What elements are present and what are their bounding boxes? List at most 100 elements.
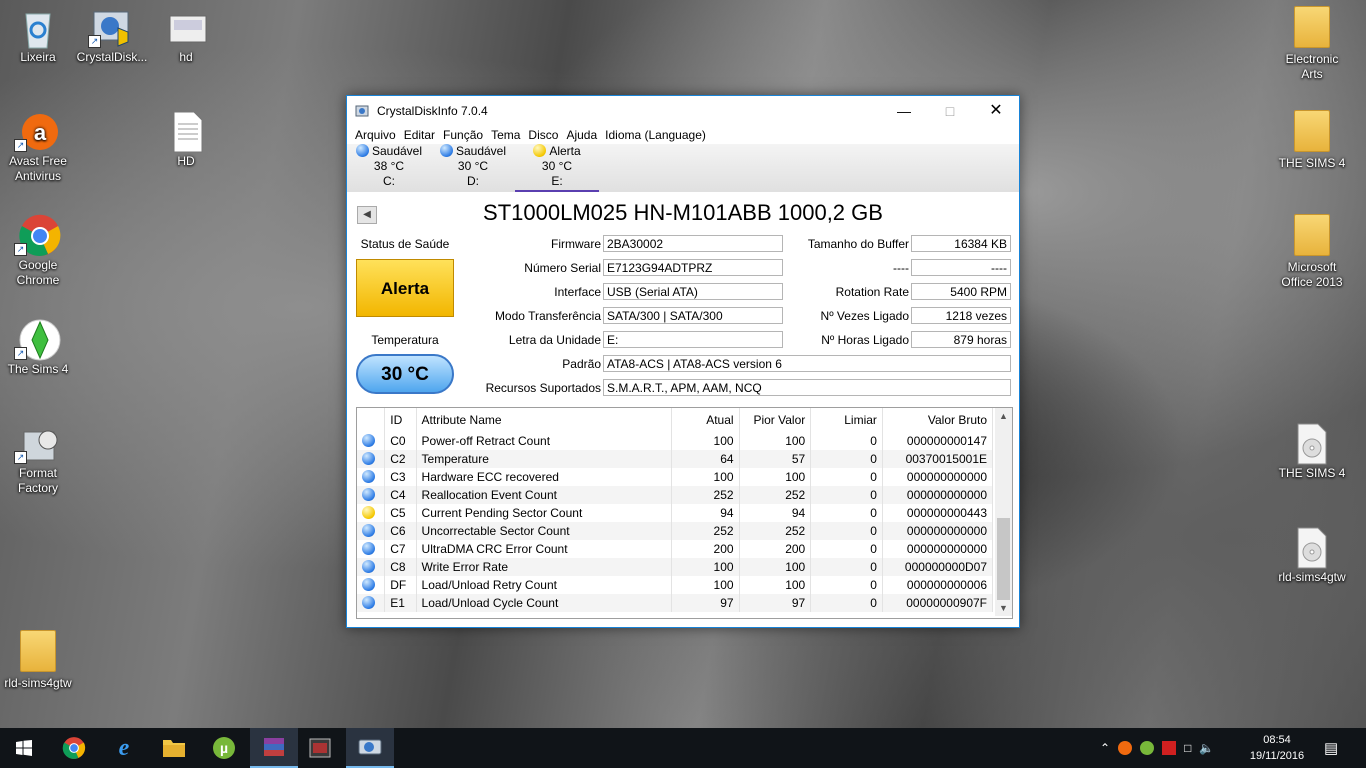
table-row[interactable]: C4 Reallocation Event Count 252 252 0 0000000… bbox=[357, 486, 994, 504]
desktop-icon-the-sims4-iso[interactable]: THE SIMS 4 bbox=[1274, 422, 1350, 481]
desktop-icon-label: Avast Free Antivirus bbox=[9, 154, 67, 183]
taskbar-crystaldiskinfo[interactable] bbox=[346, 728, 394, 768]
table-header-row: ID Attribute Name Atual Pior Valor Limia… bbox=[357, 408, 994, 432]
desktop-icon-office[interactable]: Microsoft Office 2013 bbox=[1274, 214, 1350, 290]
red-tray-icon[interactable] bbox=[1162, 741, 1177, 755]
taskbar-edge[interactable]: e bbox=[100, 728, 148, 768]
worst-cell: 252 bbox=[739, 522, 812, 540]
raw-cell: 00000000907F bbox=[882, 594, 994, 612]
taskbar-utorrent[interactable]: µ bbox=[200, 728, 248, 768]
menu-tema[interactable]: Tema bbox=[487, 126, 524, 144]
document-icon bbox=[166, 110, 206, 153]
shortcut-arrow-icon: ↗ bbox=[14, 243, 27, 256]
clock[interactable]: 08:54 19/11/2016 bbox=[1244, 732, 1310, 764]
raw-cell: 000000000443 bbox=[882, 504, 994, 522]
power-on-count-value: 1218 vezes bbox=[911, 307, 1011, 324]
smart-attributes-table[interactable]: ID Attribute Name Atual Pior Valor Limia… bbox=[356, 407, 1013, 619]
shortcut-arrow-icon: ↗ bbox=[88, 35, 101, 48]
health-status-icon bbox=[362, 434, 375, 447]
health-status-icon bbox=[362, 452, 375, 465]
taskbar-winrar[interactable] bbox=[250, 728, 298, 768]
health-status-badge[interactable]: Alerta bbox=[356, 259, 454, 317]
disk-tab-temp: 30 °C bbox=[541, 159, 573, 173]
table-row[interactable]: C8 Write Error Rate 100 100 0 000000000D07 bbox=[357, 558, 994, 576]
menu-funcao[interactable]: Função bbox=[439, 126, 487, 144]
menu-idioma[interactable]: Idioma (Language) bbox=[601, 126, 710, 144]
start-button[interactable] bbox=[0, 728, 48, 768]
recycle-bin-icon bbox=[18, 6, 58, 49]
desktop-icon-chrome[interactable]: ↗ Google Chrome bbox=[0, 214, 76, 288]
desktop-icon-electronic-arts[interactable]: Electronic Arts bbox=[1274, 6, 1350, 82]
file-explorer-icon bbox=[163, 740, 185, 757]
power-on-count-label: Nº Vezes Ligado bbox=[820, 309, 909, 323]
table-row[interactable]: C6 Uncorrectable Sector Count 252 252 0 00000… bbox=[357, 522, 994, 540]
action-center-button[interactable]: ▤ bbox=[1324, 728, 1338, 768]
name-column-header[interactable]: Attribute Name bbox=[416, 408, 672, 432]
taskbar-file-explorer[interactable] bbox=[150, 728, 198, 768]
scrollbar-thumb[interactable] bbox=[997, 518, 1010, 600]
taskbar-chrome[interactable] bbox=[50, 728, 98, 768]
table-row[interactable]: C0 Power-off Retract Count 100 100 0 00000000… bbox=[357, 432, 994, 450]
desktop-icon-sims4[interactable]: ↗ The Sims 4 bbox=[0, 318, 76, 377]
table-row[interactable]: C7 UltraDMA CRC Error Count 200 200 0 0000000… bbox=[357, 540, 994, 558]
worst-cell: 100 bbox=[739, 558, 812, 576]
disk-tab-status: Alerta bbox=[549, 144, 581, 158]
status-cell bbox=[357, 432, 386, 450]
disk-tab-c[interactable]: Saudável 38 °C C: bbox=[347, 144, 431, 192]
desktop-icon-rld-folder[interactable]: rld-sims4gtw bbox=[0, 630, 76, 691]
vertical-scrollbar[interactable]: ▲ ▼ bbox=[995, 408, 1012, 616]
title-bar[interactable]: CrystalDiskInfo 7.0.4 — □ ✕ bbox=[347, 96, 1019, 126]
name-cell: Uncorrectable Sector Count bbox=[416, 522, 672, 540]
id-column-header[interactable]: ID bbox=[384, 408, 417, 432]
table-row[interactable]: E1 Load/Unload Cycle Count 97 97 0 0000000090… bbox=[357, 594, 994, 612]
disk-tab-drive: D: bbox=[467, 174, 479, 188]
temperature-badge: 30 °C bbox=[356, 354, 454, 394]
worst-column-header[interactable]: Pior Valor bbox=[739, 408, 812, 432]
network-icon[interactable]: □ bbox=[1184, 741, 1191, 755]
show-hidden-icons-icon[interactable]: ⌃ bbox=[1100, 741, 1110, 755]
firmware-value: 2BA30002 bbox=[603, 235, 783, 252]
utorrent-tray-icon[interactable] bbox=[1140, 741, 1155, 755]
threshold-column-header[interactable]: Limiar bbox=[810, 408, 883, 432]
folder-icon bbox=[20, 630, 56, 672]
minimize-button[interactable]: — bbox=[881, 96, 927, 126]
raw-cell: 000000000000 bbox=[882, 468, 994, 486]
volume-icon[interactable]: 🔈 bbox=[1199, 741, 1214, 755]
scroll-down-icon[interactable]: ▼ bbox=[995, 600, 1012, 616]
avast-tray-icon[interactable] bbox=[1118, 741, 1133, 755]
close-button[interactable]: ✕ bbox=[973, 96, 1019, 126]
desktop-icon-hd[interactable]: hd bbox=[148, 6, 224, 65]
table-row[interactable]: C3 Hardware ECC recovered 100 100 0 000000000… bbox=[357, 468, 994, 486]
folder-icon bbox=[1294, 214, 1330, 256]
desktop-icon-label: rld-sims4gtw bbox=[4, 676, 72, 690]
desktop-icon-lixeira[interactable]: Lixeira bbox=[0, 6, 76, 65]
desktop-icon-format-factory[interactable]: ↗ Format Factory bbox=[0, 422, 76, 496]
id-cell: DF bbox=[384, 576, 417, 594]
menu-editar[interactable]: Editar bbox=[400, 126, 439, 144]
current-column-header[interactable]: Atual bbox=[671, 408, 740, 432]
scroll-up-icon[interactable]: ▲ bbox=[995, 408, 1012, 424]
menu-disco[interactable]: Disco bbox=[524, 126, 562, 144]
disk-tab-e[interactable]: Alerta 30 °C E: bbox=[515, 144, 599, 192]
desktop-icon-rld-iso[interactable]: rld-sims4gtw bbox=[1274, 526, 1350, 585]
desktop-icon-hd-doc[interactable]: HD bbox=[148, 110, 224, 169]
raw-column-header[interactable]: Valor Bruto bbox=[882, 408, 994, 432]
menu-ajuda[interactable]: Ajuda bbox=[562, 126, 601, 144]
taskbar-media[interactable] bbox=[296, 728, 344, 768]
desktop-icon-crystaldisk[interactable]: ↗ CrystalDisk... bbox=[74, 6, 150, 65]
desktop-icon-label: Format Factory bbox=[17, 466, 58, 495]
disk-tab-d[interactable]: Saudável 30 °C D: bbox=[431, 144, 515, 192]
table-row[interactable]: C5 Current Pending Sector Count 94 94 0 00000… bbox=[357, 504, 994, 522]
desktop-icon-label: THE SIMS 4 bbox=[1278, 466, 1346, 480]
table-row[interactable]: C2 Temperature 64 57 0 00370015001E bbox=[357, 450, 994, 468]
interface-label: Interface bbox=[554, 285, 601, 299]
desktop-icon-label: HD bbox=[177, 154, 195, 168]
table-row[interactable]: DF Load/Unload Retry Count 100 100 0 00000000… bbox=[357, 576, 994, 594]
shortcut-arrow-icon: ↗ bbox=[14, 347, 27, 360]
desktop-icon-the-sims4-folder[interactable]: THE SIMS 4 bbox=[1274, 110, 1350, 171]
desktop-icon-avast[interactable]: a ↗ Avast Free Antivirus bbox=[0, 110, 76, 184]
menu-arquivo[interactable]: Arquivo bbox=[351, 126, 400, 144]
health-status-icon bbox=[362, 542, 375, 555]
winrar-icon bbox=[264, 738, 284, 756]
maximize-button[interactable]: □ bbox=[927, 96, 973, 126]
